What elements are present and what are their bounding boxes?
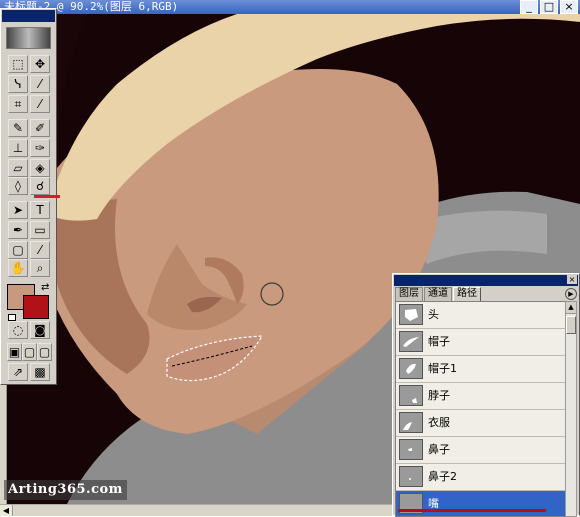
path-thumbnail [399, 466, 423, 487]
scroll-up-icon[interactable]: ▲ [566, 302, 576, 314]
clone-stamp-icon[interactable]: ⊥ [8, 139, 28, 157]
toolbox-title-bar[interactable] [2, 10, 55, 22]
list-item[interactable]: 衣服 [396, 410, 566, 437]
notes-icon[interactable]: ▢ [8, 241, 28, 259]
close-button[interactable]: × [560, 0, 578, 14]
screen-mode-full-menu-icon[interactable]: ▢ [22, 343, 37, 361]
list-item[interactable]: 帽子1 [396, 356, 566, 383]
path-select-icon[interactable]: ➤ [8, 201, 28, 219]
panel-menu-icon[interactable]: ▶ [565, 288, 577, 300]
document-title-bar[interactable]: 未标题-2 @ 90.2%(图层 6,RGB) _ □ × [0, 0, 580, 14]
screen-mode-full-icon[interactable]: ▢ [37, 343, 52, 361]
tab-channels[interactable]: 通道 [424, 287, 452, 301]
dodge-tool-highlight [34, 195, 60, 198]
paint-bucket-icon[interactable]: ◈ [30, 159, 50, 177]
swap-colors-icon[interactable]: ⇄ [41, 283, 49, 293]
list-item[interactable]: 头 [396, 302, 566, 329]
path-thumbnail [399, 439, 423, 460]
maximize-button[interactable]: □ [540, 0, 558, 14]
list-item[interactable]: 脖子 [396, 383, 566, 410]
path-thumbnail [399, 412, 423, 433]
zoom-icon[interactable]: ⌕ [30, 259, 50, 277]
healing-brush-icon[interactable]: ✎ [8, 119, 28, 137]
scrollbar-thumb[interactable] [566, 316, 576, 334]
panel-close-button[interactable]: × [567, 275, 577, 284]
slice-icon[interactable]: ⁄ [30, 95, 50, 113]
path-name: 衣服 [428, 416, 450, 429]
path-name: 嘴 [428, 497, 439, 510]
path-name: 头 [428, 308, 439, 321]
panel-title-bar[interactable]: × [394, 275, 578, 286]
path-name: 帽子 [428, 335, 450, 348]
photoshop-logo[interactable] [6, 27, 51, 49]
path-name: 帽子1 [428, 362, 457, 375]
magic-wand-icon[interactable]: ⁄ [30, 75, 50, 93]
imageready-icon[interactable]: ▩ [30, 363, 50, 381]
pen-icon[interactable]: ✒ [8, 221, 28, 239]
path-thumbnail [399, 385, 423, 406]
standard-mode-icon[interactable]: ◌ [8, 321, 28, 339]
list-item[interactable]: 帽子 [396, 329, 566, 356]
crop-icon[interactable]: ⌗ [8, 95, 28, 113]
history-brush-icon[interactable]: ✑ [30, 139, 50, 157]
eyedropper-icon[interactable]: ⁄ [30, 241, 50, 259]
list-item[interactable]: 鼻子 [396, 437, 566, 464]
path-thumbnail [399, 358, 423, 379]
paths-panel: × 图层 通道 路径 ▶ 头 帽子 帽子1 脖子 衣服 鼻子 鼻子2 嘴 ▲ [392, 273, 580, 517]
scroll-left-icon[interactable]: ◀ [0, 505, 13, 516]
dodge-icon[interactable]: ☌ [30, 177, 50, 195]
hand-icon[interactable]: ✋ [8, 259, 28, 277]
tab-layers[interactable]: 图层 [395, 287, 423, 301]
brush-icon[interactable]: ✐ [30, 119, 50, 137]
blur-icon[interactable]: ◊ [8, 177, 28, 195]
path-thumbnail [399, 331, 423, 352]
path-name: 鼻子 [428, 443, 450, 456]
quick-mask-icon[interactable]: ◙ [30, 321, 50, 339]
list-item[interactable]: 鼻子2 [396, 464, 566, 491]
path-name: 鼻子2 [428, 470, 457, 483]
paths-list-scrollbar[interactable]: ▲ [565, 301, 577, 517]
list-item-selected[interactable]: 嘴 [396, 491, 566, 516]
eraser-icon[interactable]: ▱ [8, 159, 28, 177]
jump-to-imageready-icon[interactable]: ⇗ [8, 363, 28, 381]
selected-path-highlight [398, 509, 546, 512]
paths-list: 头 帽子 帽子1 脖子 衣服 鼻子 鼻子2 嘴 [395, 301, 567, 517]
lasso-icon[interactable]: ᓭ [8, 75, 28, 93]
tab-paths[interactable]: 路径 [453, 287, 481, 301]
watermark: Arting365.com [4, 480, 127, 500]
toolbox-panel: ⬚ ✥ ᓭ ⁄ ⌗ ⁄ ✎ ✐ ⊥ ✑ ▱ ◈ ◊ ☌ ➤ T ✒ ▭ ▢ ⁄ … [0, 8, 60, 385]
shape-icon[interactable]: ▭ [30, 221, 50, 239]
path-name: 脖子 [428, 389, 450, 402]
background-color-swatch[interactable] [23, 295, 49, 319]
screen-mode-standard-icon[interactable]: ▣ [7, 343, 22, 361]
move-icon[interactable]: ✥ [30, 55, 50, 73]
path-thumbnail [399, 304, 423, 325]
marquee-icon[interactable]: ⬚ [8, 55, 28, 73]
type-icon[interactable]: T [30, 201, 50, 219]
default-colors-icon[interactable] [8, 314, 16, 321]
minimize-button[interactable]: _ [520, 0, 538, 14]
